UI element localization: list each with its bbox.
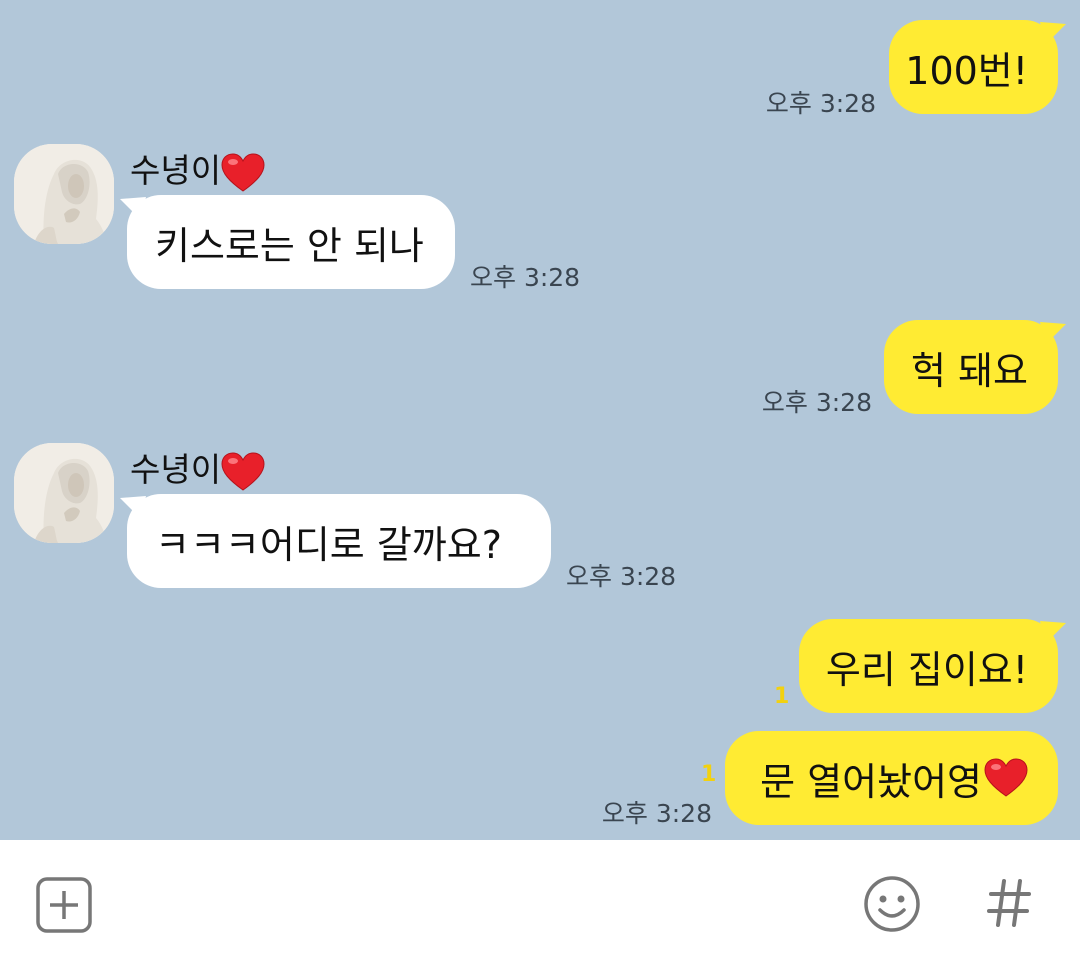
message-time: 오후 3:28 — [470, 263, 581, 292]
sender-name: 수녕이 — [130, 443, 265, 492]
smile-icon[interactable] — [862, 874, 922, 934]
bubble-tail — [120, 496, 146, 518]
my-message-bubble[interactable]: 100번! — [889, 20, 1058, 114]
message-time: 오후 3:28 — [601, 799, 712, 828]
their-message-bubble[interactable]: ㅋㅋㅋ어디로 갈까요? — [127, 494, 551, 588]
bubble-tail — [120, 197, 146, 219]
plus-box-icon[interactable] — [36, 877, 92, 933]
red-heart-icon — [984, 758, 1028, 798]
input-bar — [0, 840, 1080, 966]
message-time: 오후 3:28 — [765, 89, 876, 118]
chat-area[interactable]: 100번! 오후 3:28 수녕이 키스로는 안 되나 오후 3:28 헉 돼요… — [0, 0, 1080, 840]
message-text: ㅋㅋㅋ어디로 갈까요? — [155, 522, 502, 567]
red-heart-icon — [221, 153, 265, 193]
bubble-tail — [1040, 22, 1066, 44]
unread-count: 1 — [701, 762, 717, 787]
sender-name: 수녕이 — [130, 144, 265, 193]
message-text: 키스로는 안 되나 — [155, 223, 424, 268]
message-time: 오후 3:28 — [761, 388, 872, 417]
message-text: 헉 돼요 — [911, 348, 1028, 393]
unread-count: 1 — [774, 684, 790, 709]
my-message-bubble[interactable]: 우리 집이요! — [799, 619, 1058, 713]
my-message-bubble[interactable]: 헉 돼요 — [884, 320, 1058, 414]
message-text: 우리 집이요! — [825, 647, 1028, 692]
their-message-bubble[interactable]: 키스로는 안 되나 — [127, 195, 455, 289]
bubble-tail — [1040, 322, 1066, 344]
hashtag-icon[interactable] — [986, 878, 1032, 928]
contact-avatar[interactable] — [14, 144, 114, 244]
message-text: 문 열어놨어영 — [760, 759, 982, 804]
red-heart-icon — [221, 452, 265, 492]
my-message-bubble[interactable]: 문 열어놨어영 — [725, 731, 1058, 825]
message-time: 오후 3:28 — [566, 562, 677, 591]
contact-avatar[interactable] — [14, 443, 114, 543]
bubble-tail — [1040, 621, 1066, 643]
message-text: 100번! — [905, 48, 1028, 93]
